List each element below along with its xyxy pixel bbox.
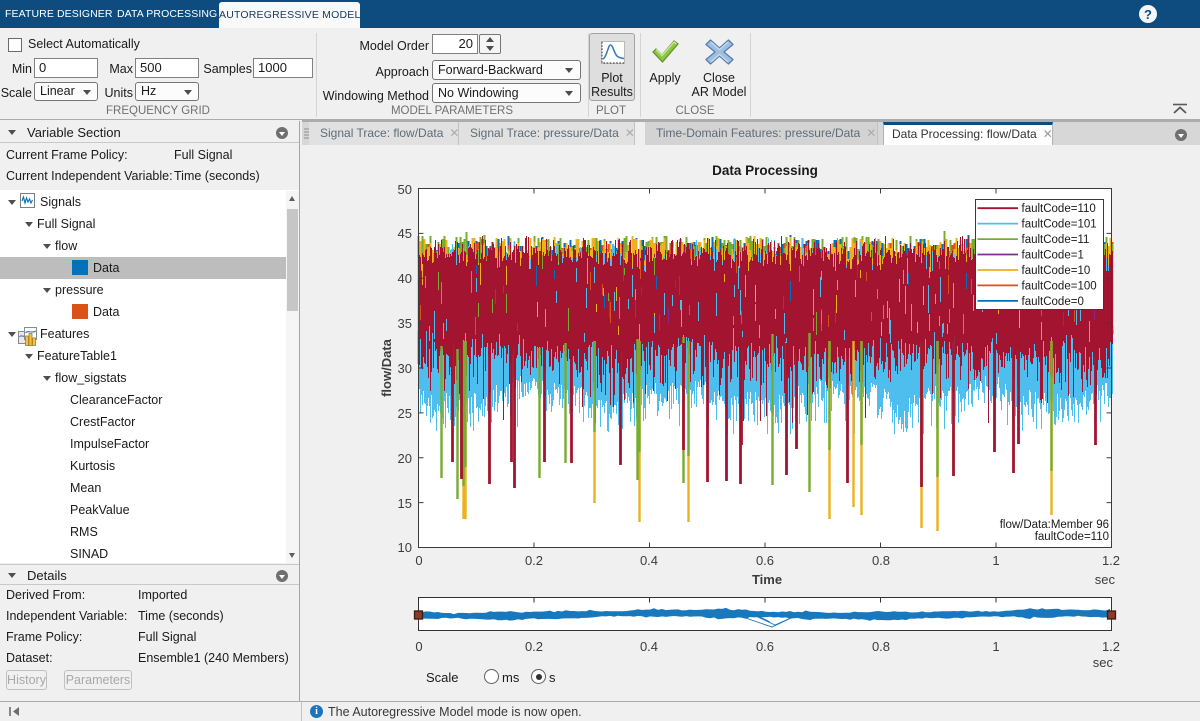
- svg-text:faultCode=10: faultCode=10: [1022, 265, 1091, 277]
- svg-text:flow/Data: flow/Data: [379, 338, 394, 397]
- svg-text:faultCode=100: faultCode=100: [1022, 280, 1097, 292]
- svg-text:flow/Data:Member 96: flow/Data:Member 96: [1000, 519, 1109, 531]
- svg-text:faultCode=101: faultCode=101: [1022, 219, 1097, 231]
- svg-text:faultCode=0: faultCode=0: [1022, 296, 1084, 308]
- svg-text:faultCode=110: faultCode=110: [1035, 531, 1109, 543]
- svg-text:faultCode=110: faultCode=110: [1022, 203, 1096, 215]
- svg-text:faultCode=1: faultCode=1: [1022, 250, 1084, 262]
- svg-text:faultCode=11: faultCode=11: [1022, 234, 1090, 246]
